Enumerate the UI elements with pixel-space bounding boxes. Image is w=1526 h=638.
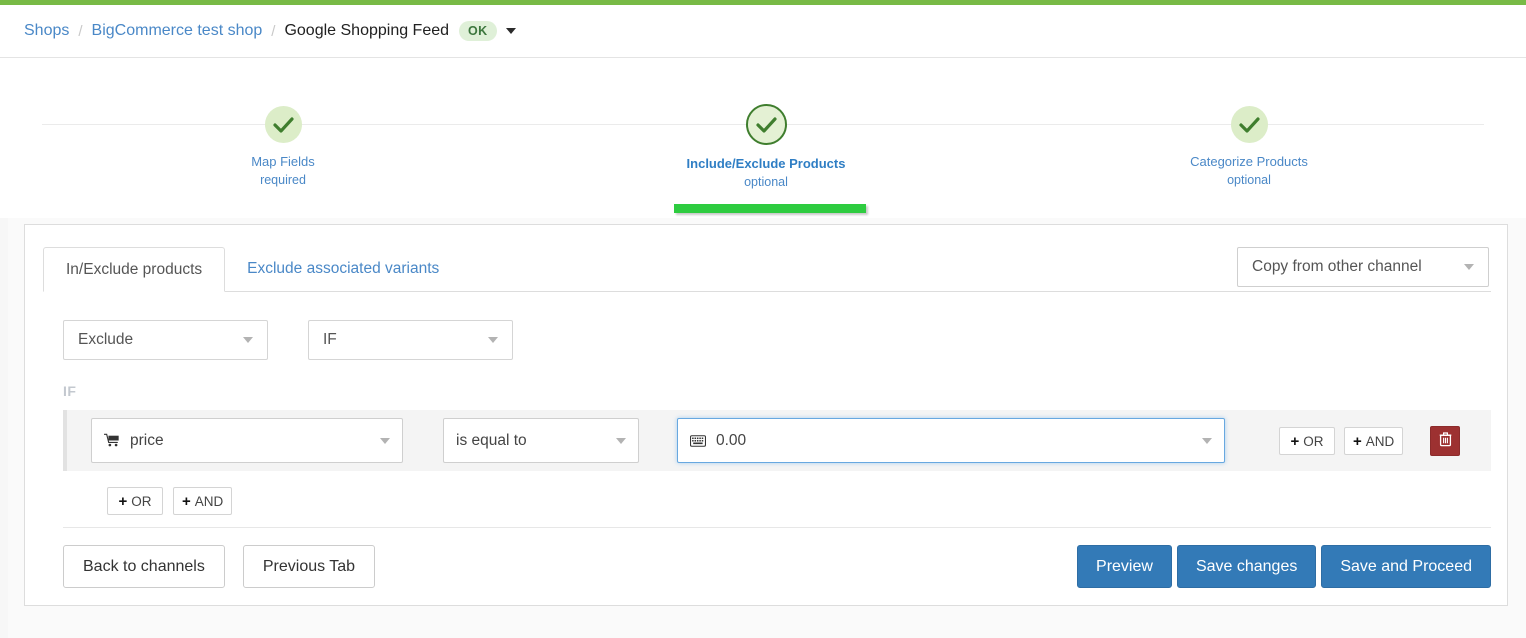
chevron-down-icon <box>1202 437 1212 444</box>
rule-mode-row: Exclude IF <box>63 320 513 360</box>
shopping-cart-icon <box>104 433 120 448</box>
add-or-group-label: OR <box>131 493 152 509</box>
back-to-channels-button[interactable]: Back to channels <box>63 545 225 588</box>
plus-icon: + <box>1290 432 1300 450</box>
wizard-step-label: Map Fields <box>251 154 315 169</box>
breadcrumb-item-current: Google Shopping Feed <box>284 22 450 39</box>
wizard-steps: Map Fields required Include/Exclude Prod… <box>0 58 1526 218</box>
condition-value-text: 0.00 <box>716 431 747 449</box>
condition-row-actions: + OR + AND <box>1279 426 1461 456</box>
footer-primary-actions: Preview Save changes Save and Proceed <box>1077 545 1491 588</box>
add-or-condition-button[interactable]: + OR <box>1279 427 1335 455</box>
add-or-label: OR <box>1303 433 1324 449</box>
footer-divider <box>63 527 1491 528</box>
wizard-step-categorize-products[interactable]: Categorize Products optional <box>1119 106 1379 187</box>
check-icon <box>264 106 302 143</box>
group-actions: + OR + AND <box>107 487 233 515</box>
condition-operator-select[interactable]: is equal to <box>443 418 639 463</box>
wizard-step-sublabel: optional <box>1227 172 1271 187</box>
active-step-indicator <box>674 204 866 213</box>
copy-channel-value: Copy from other channel <box>1252 258 1422 275</box>
conjunction-value: IF <box>323 331 337 348</box>
previous-tab-button[interactable]: Previous Tab <box>242 545 376 588</box>
breadcrumb: Shops / BigCommerce test shop / Google S… <box>0 5 1526 58</box>
copy-from-other-channel-select[interactable]: Copy from other channel <box>1237 247 1489 287</box>
chevron-down-icon <box>488 337 498 343</box>
action-value: Exclude <box>78 331 134 348</box>
add-and-group-label: AND <box>194 493 224 509</box>
wizard-step-sublabel: optional <box>744 174 788 189</box>
add-and-condition-button[interactable]: + AND <box>1344 427 1404 455</box>
condition-group: price is equal to 0.00 + OR + AND <box>63 410 1491 471</box>
condition-value-input[interactable]: 0.00 <box>677 418 1225 463</box>
trash-icon <box>1439 431 1452 451</box>
condition-field-value: price <box>130 431 164 449</box>
breadcrumb-separator: / <box>78 22 83 40</box>
action-select[interactable]: Exclude <box>63 320 268 360</box>
if-group-caption: IF <box>63 383 77 399</box>
plus-icon: + <box>1353 432 1362 450</box>
conjunction-select[interactable]: IF <box>308 320 513 360</box>
wizard-step-label: Categorize Products <box>1190 154 1308 169</box>
check-icon <box>1230 106 1268 143</box>
condition-operator-value: is equal to <box>456 431 527 449</box>
chevron-down-icon <box>243 337 253 343</box>
caret-down-icon[interactable] <box>505 28 516 34</box>
condition-row: price is equal to 0.00 <box>91 418 1225 463</box>
include-exclude-panel: In/Exclude products Exclude associated v… <box>24 224 1508 606</box>
wizard-step-map-fields[interactable]: Map Fields required <box>153 106 413 187</box>
preview-button[interactable]: Preview <box>1077 545 1172 588</box>
breadcrumb-item-shop[interactable]: BigCommerce test shop <box>92 22 263 40</box>
chevron-down-icon <box>1464 264 1474 270</box>
chevron-down-icon <box>380 437 390 444</box>
tab-in-exclude-products[interactable]: In/Exclude products <box>43 247 226 292</box>
check-icon <box>745 104 787 145</box>
breadcrumb-item-shops[interactable]: Shops <box>24 22 69 40</box>
breadcrumb-separator: / <box>271 22 276 40</box>
add-or-group-button[interactable]: + OR <box>107 487 163 515</box>
plus-icon: + <box>182 492 191 510</box>
save-and-proceed-button[interactable]: Save and Proceed <box>1321 545 1491 588</box>
status-badge: OK <box>459 20 497 42</box>
delete-condition-button[interactable] <box>1430 426 1461 456</box>
tab-exclude-associated-variants[interactable]: Exclude associated variants <box>225 246 461 291</box>
wizard-step-include-exclude-products[interactable]: Include/Exclude Products optional <box>636 104 896 189</box>
condition-field-select[interactable]: price <box>91 418 403 463</box>
plus-icon: + <box>118 492 128 510</box>
save-changes-button[interactable]: Save changes <box>1176 545 1317 588</box>
wizard-step-sublabel: required <box>260 172 306 187</box>
wizard-step-label: Include/Exclude Products <box>686 156 846 171</box>
add-and-group-button[interactable]: + AND <box>173 487 233 515</box>
chevron-down-icon <box>616 437 626 444</box>
keyboard-icon <box>690 434 706 447</box>
footer-secondary-actions: Back to channels Previous Tab <box>63 545 376 588</box>
add-and-label: AND <box>1365 433 1395 449</box>
